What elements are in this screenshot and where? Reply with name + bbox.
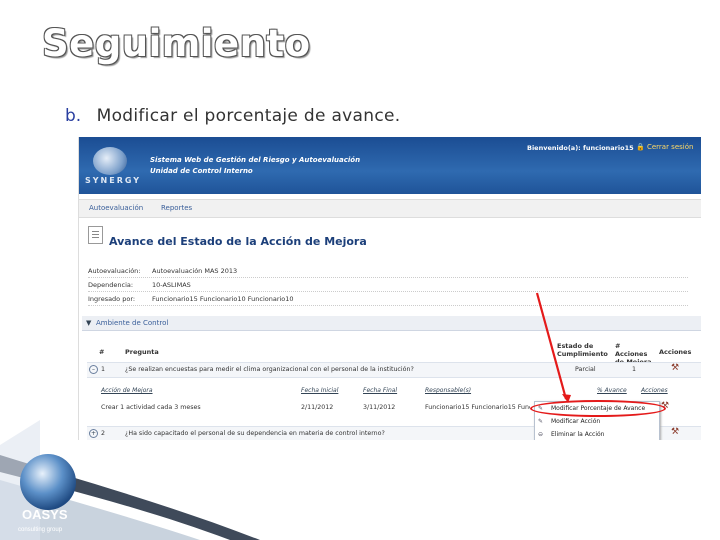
bullet-point: b. Modificar el porcentaje de avance. <box>65 106 400 126</box>
brand-name: OASYS <box>22 507 68 522</box>
globe-logo-icon <box>20 454 76 510</box>
slide-title: Seguimiento <box>42 22 311 65</box>
bullet-text: Modificar el porcentaje de avance. <box>96 106 401 126</box>
arrow-head <box>562 394 571 403</box>
arrow-line <box>535 292 568 400</box>
brand-tagline: consulting group <box>18 527 63 533</box>
pointer-arrow <box>535 292 571 403</box>
app-screenshot: SYNERGY Sistema Web de Gestión del Riesg… <box>78 137 701 440</box>
bullet-marker: b. <box>65 106 82 126</box>
